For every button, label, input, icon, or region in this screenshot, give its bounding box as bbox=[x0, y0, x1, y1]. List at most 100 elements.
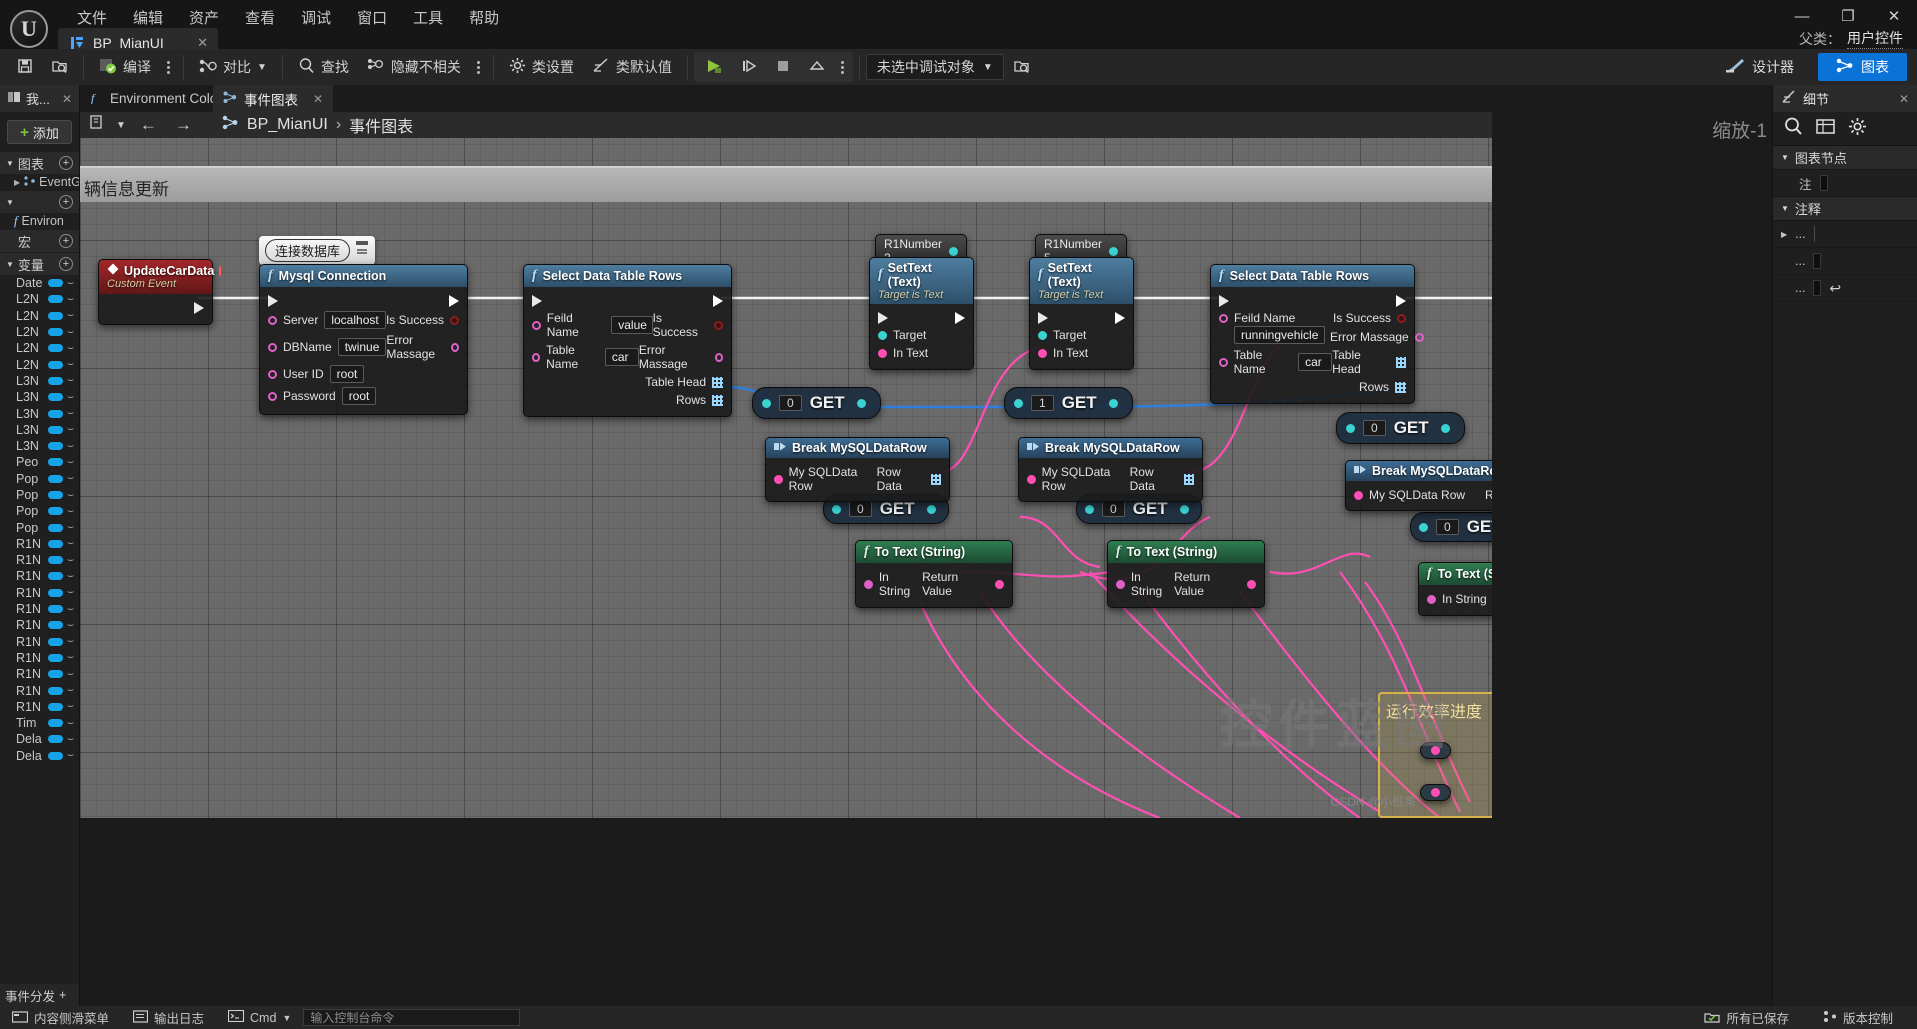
eye-closed-icon[interactable]: ⌣ bbox=[67, 326, 74, 339]
sidebar-variable-item[interactable]: Dela ⌣ bbox=[0, 731, 79, 747]
sidebar-variable-item[interactable]: L2N ⌣ bbox=[0, 308, 79, 324]
eye-closed-icon[interactable]: ⌣ bbox=[67, 440, 74, 453]
exec-out-pin[interactable] bbox=[1115, 312, 1125, 324]
sidebar-variable-item[interactable]: R1N ⌣ bbox=[0, 699, 79, 715]
eye-closed-icon[interactable]: ⌣ bbox=[67, 342, 74, 355]
add-variable-icon[interactable]: + bbox=[59, 257, 73, 271]
find-button[interactable]: 查找 bbox=[289, 52, 358, 82]
pin-value-input[interactable]: car bbox=[1298, 353, 1333, 371]
index-input[interactable]: 1 bbox=[1031, 395, 1054, 411]
node-break-mysqldatarow-2[interactable]: Break MySQLDataRow My SQLData Row Row Da… bbox=[1018, 437, 1203, 502]
index-input[interactable]: 0 bbox=[1363, 420, 1386, 436]
value-out-pin[interactable] bbox=[1179, 504, 1189, 514]
pin-value-input[interactable]: runningvehicle bbox=[1234, 326, 1326, 344]
section-graphs[interactable]: ▼ 图表 + bbox=[0, 152, 79, 174]
variable-type-pill[interactable] bbox=[48, 719, 63, 728]
variable-type-pill[interactable] bbox=[48, 588, 63, 597]
variable-type-pill[interactable] bbox=[48, 507, 63, 516]
node-get-efficiency-1[interactable] bbox=[1420, 742, 1451, 759]
data-in-pin[interactable] bbox=[532, 352, 541, 362]
designer-mode-button[interactable]: 设计器 bbox=[1711, 53, 1808, 81]
details-section-graph-node[interactable]: ▼ 图表节点 bbox=[1773, 146, 1917, 170]
details-row-note[interactable]: 注 bbox=[1773, 170, 1917, 197]
variable-type-pill[interactable] bbox=[48, 425, 63, 434]
sidebar-variable-item[interactable]: L2N ⌣ bbox=[0, 324, 79, 340]
eye-closed-icon[interactable]: ⌣ bbox=[67, 489, 74, 502]
event-toggle-icon[interactable] bbox=[219, 265, 222, 276]
node-get-efficiency-2[interactable] bbox=[1420, 784, 1451, 801]
sidebar-variable-item[interactable]: L2N ⌣ bbox=[0, 340, 79, 356]
variable-type-pill[interactable] bbox=[48, 344, 63, 353]
pin-value-input[interactable]: localhost bbox=[324, 311, 386, 329]
variable-type-pill[interactable] bbox=[48, 653, 63, 662]
node-get-6[interactable]: 0 GET bbox=[1410, 512, 1492, 542]
close-icon[interactable]: ✕ bbox=[62, 92, 72, 106]
sidebar-variable-item[interactable]: Pop ⌣ bbox=[0, 471, 79, 487]
sidebar-variable-item[interactable]: R1N ⌣ bbox=[0, 568, 79, 584]
exec-in-pin[interactable] bbox=[1219, 295, 1229, 307]
value-out-pin[interactable] bbox=[1108, 398, 1118, 408]
variable-type-pill[interactable] bbox=[48, 311, 63, 320]
sidebar-variable-item[interactable]: L2N ⌣ bbox=[0, 291, 79, 307]
variable-type-pill[interactable] bbox=[48, 702, 63, 711]
data-in-pin[interactable] bbox=[1219, 357, 1228, 367]
eye-closed-icon[interactable]: ⌣ bbox=[67, 554, 74, 567]
breadcrumb-graph[interactable]: 事件图表 bbox=[349, 113, 413, 137]
compile-options-button[interactable] bbox=[160, 60, 177, 74]
gear-icon[interactable] bbox=[1848, 117, 1867, 141]
exec-in-pin[interactable] bbox=[532, 295, 542, 307]
variable-type-pill[interactable] bbox=[48, 605, 63, 614]
sidebar-variable-item[interactable]: Pop ⌣ bbox=[0, 487, 79, 503]
target-in-pin[interactable] bbox=[878, 330, 887, 340]
variable-type-pill[interactable] bbox=[48, 751, 63, 760]
node-get-3[interactable]: 0 GET bbox=[1336, 412, 1465, 444]
sidebar-variable-item[interactable]: L3N ⌣ bbox=[0, 389, 79, 405]
index-input[interactable]: 0 bbox=[1436, 519, 1459, 535]
struct-in-pin[interactable] bbox=[774, 474, 783, 484]
target-in-pin[interactable] bbox=[1038, 330, 1047, 340]
add-button[interactable]: + 添加 bbox=[7, 120, 72, 144]
variable-type-pill[interactable] bbox=[48, 409, 63, 418]
node-select-data-table-rows-1[interactable]: f Select Data Table Rows Feild Name valu… bbox=[523, 264, 732, 417]
exec-out-pin[interactable] bbox=[194, 302, 204, 314]
sidebar-item-eventgraph[interactable]: ▶ EventGr bbox=[0, 174, 79, 190]
sidebar-variable-item[interactable]: R1N ⌣ bbox=[0, 634, 79, 650]
eye-closed-icon[interactable]: ⌣ bbox=[67, 521, 74, 534]
variable-type-pill[interactable] bbox=[48, 295, 63, 304]
menu-item-view[interactable]: 查看 bbox=[232, 3, 288, 32]
exec-out-pin[interactable] bbox=[955, 312, 965, 324]
section-macros[interactable]: 宏 + bbox=[0, 230, 79, 252]
array-in-pin[interactable] bbox=[762, 398, 771, 408]
data-in-pin[interactable] bbox=[1219, 313, 1228, 323]
variable-type-pill[interactable] bbox=[48, 637, 63, 646]
sidebar-variable-item[interactable]: L3N ⌣ bbox=[0, 373, 79, 389]
sidebar-variable-item[interactable]: R1N ⌣ bbox=[0, 585, 79, 601]
eye-closed-icon[interactable]: ⌣ bbox=[67, 505, 74, 518]
sidebar-variable-item[interactable]: Pop ⌣ bbox=[0, 503, 79, 519]
node-comment-bubble[interactable]: 连接数据库 bbox=[259, 236, 376, 265]
exec-in-pin[interactable] bbox=[1038, 312, 1048, 324]
sidebar-variable-item[interactable]: Pop ⌣ bbox=[0, 519, 79, 535]
array-out-pin[interactable] bbox=[930, 473, 941, 485]
eye-closed-icon[interactable]: ⌣ bbox=[67, 570, 74, 583]
eye-closed-icon[interactable]: ⌣ bbox=[67, 684, 74, 697]
value-out-pin[interactable] bbox=[1440, 423, 1450, 433]
exec-out-pin[interactable] bbox=[713, 295, 723, 307]
sidebar-variable-item[interactable]: Tim ⌣ bbox=[0, 715, 79, 731]
output-log-button[interactable]: 输出日志 bbox=[121, 1006, 216, 1029]
parent-class-link[interactable]: 用户控件 bbox=[1847, 28, 1903, 49]
eye-closed-icon[interactable]: ⌣ bbox=[67, 423, 74, 436]
eye-closed-icon[interactable]: ⌣ bbox=[67, 668, 74, 681]
sidebar-variable-item[interactable]: L2N ⌣ bbox=[0, 356, 79, 372]
eye-closed-icon[interactable]: ⌣ bbox=[67, 586, 74, 599]
sidebar-variable-item[interactable]: R1N ⌣ bbox=[0, 650, 79, 666]
chevron-right-icon[interactable]: ▶ bbox=[1781, 230, 1787, 239]
sidebar-variable-item[interactable]: R1N ⌣ bbox=[0, 617, 79, 633]
eye-closed-icon[interactable]: ⌣ bbox=[67, 635, 74, 648]
node-settext-2[interactable]: f SetText (Text) Target is Text Target I… bbox=[1029, 257, 1134, 370]
save-button[interactable] bbox=[8, 52, 42, 82]
details-row[interactable]: ▶ ... bbox=[1773, 221, 1917, 248]
hide-unrelated-options-button[interactable] bbox=[470, 60, 487, 74]
eye-closed-icon[interactable]: ⌣ bbox=[67, 358, 74, 371]
eye-closed-icon[interactable]: ⌣ bbox=[67, 472, 74, 485]
